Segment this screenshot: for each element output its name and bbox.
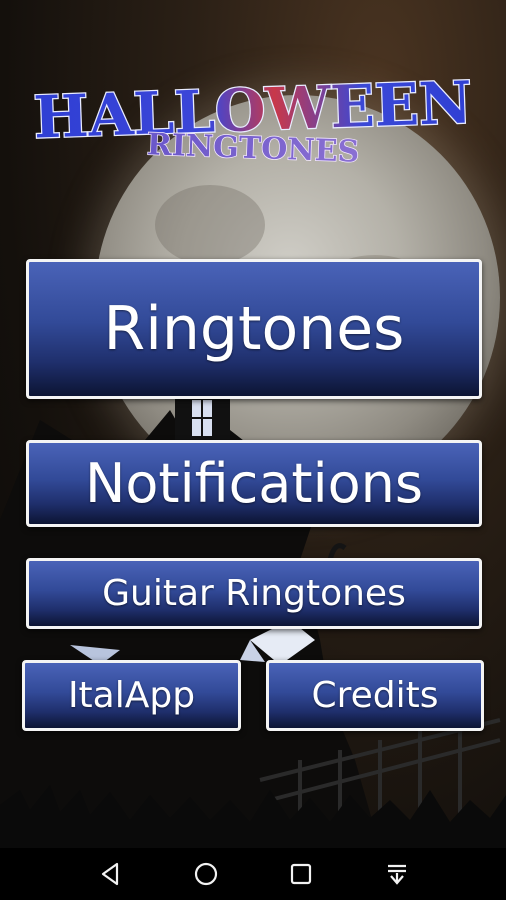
recent-apps-icon[interactable] <box>287 860 315 888</box>
logo-subtitle: RINGTONES <box>146 127 360 169</box>
notifications-button[interactable]: Notifications <box>26 440 482 527</box>
system-navigation-bar <box>0 848 506 900</box>
guitar-ringtones-button[interactable]: Guitar Ringtones <box>26 558 482 629</box>
home-icon[interactable] <box>192 860 220 888</box>
credits-button[interactable]: Credits <box>266 660 484 731</box>
italapp-button[interactable]: ItalApp <box>22 660 241 731</box>
ringtones-button[interactable]: Ringtones <box>26 259 482 399</box>
menu-down-icon[interactable] <box>383 860 411 888</box>
app-logo: HALLOWEEN RINGTONES <box>31 67 474 170</box>
back-icon[interactable] <box>97 860 125 888</box>
